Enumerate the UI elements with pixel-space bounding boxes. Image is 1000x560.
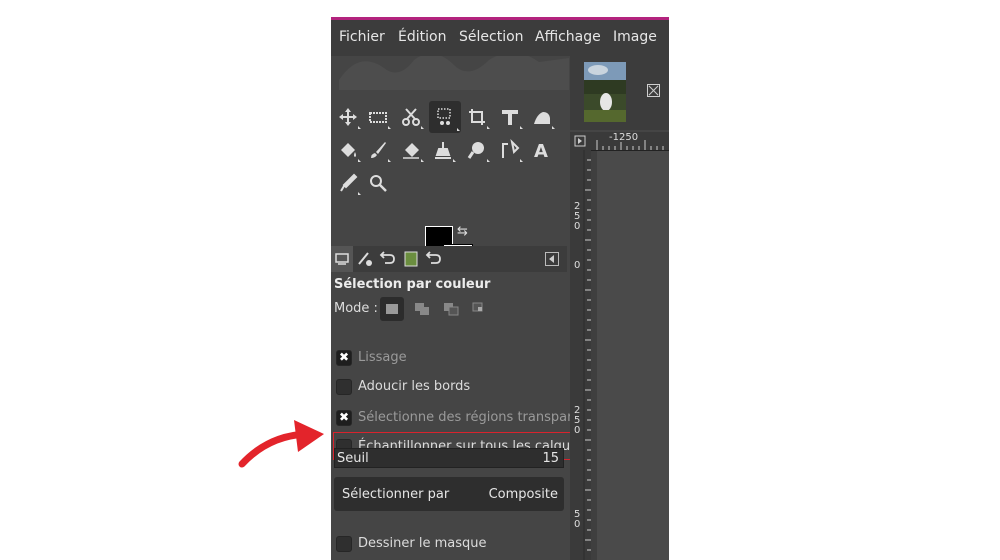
feather-edges-checkbox[interactable] [336,379,352,395]
vertical-ruler[interactable]: 2 5 0 0 2 5 0 5 0 [570,150,591,560]
undo-history-icon [379,251,395,264]
option-select-transparent[interactable]: Sélectionne des régions transpare [336,408,580,430]
mode-replace-icon [386,304,398,314]
svg-text:A: A [534,141,548,161]
mode-subtract-button[interactable] [439,297,463,321]
menu-image[interactable]: Image [613,29,657,45]
menubar: Fichier Édition Sélection Affichage Imag… [331,20,669,56]
tab-device-status[interactable] [354,246,376,272]
gimp-window: Fichier Édition Sélection Affichage Imag… [331,17,669,560]
antialiasing-checkbox[interactable] [336,350,352,366]
canvas-shadow [591,151,597,560]
dock-tabs [331,246,567,272]
option-feather-edges[interactable]: Adoucir les bords [336,377,568,399]
mode-intersect-icon [472,302,483,312]
color-picker-tool-icon[interactable] [334,169,362,197]
ruler-left-label-2: 0 [574,260,581,271]
menu-edition[interactable]: Édition [398,29,446,45]
smudge-tool-icon[interactable] [463,136,491,164]
undo-icon [425,251,441,264]
paths-tool-icon[interactable] [496,136,524,164]
quick-mask-icon [574,135,586,147]
select-transparent-checkbox[interactable] [336,410,352,426]
bucket-fill-tool-icon[interactable] [334,136,362,164]
mode-intersect-button[interactable] [468,297,492,321]
wilber-watermark-icon [339,56,569,90]
menu-fichier[interactable]: Fichier [339,29,385,45]
select-by-dropdown[interactable]: Sélectionner par Composite [334,477,564,511]
image-canvas[interactable] [591,151,669,560]
paintbrush-tool-icon[interactable] [364,136,392,164]
eraser-tool-icon[interactable] [397,136,425,164]
feather-edges-label: Adoucir les bords [358,379,471,394]
red-arrow-icon [238,420,324,468]
tool-options-panel: Sélection par couleur Mode : Lissage Ado… [331,273,585,560]
tool-options-title: Sélection par couleur [334,277,491,292]
tab-tool-options[interactable] [331,246,353,272]
crop-tool-icon[interactable] [463,103,491,131]
warp-tool-icon[interactable] [528,103,556,131]
threshold-label: Seuil [337,451,369,466]
toolbox: A ⇆ [331,56,570,256]
select-transparent-label: Sélectionne des régions transpare [358,410,581,425]
move-tool-icon[interactable] [334,103,362,131]
ruler-left-label-1: 2 5 0 [574,201,581,232]
mode-replace-button[interactable] [380,297,404,321]
menu-affichage[interactable]: Affichage [535,29,601,45]
option-draw-mask[interactable]: Dessiner le masque [336,534,568,556]
image-window: -1250 2 5 0 0 2 5 0 5 0 [570,56,669,560]
antialiasing-label: Lissage [358,350,407,365]
select-by-value: Composite [488,487,558,502]
horizontal-ruler[interactable]: -1250 [591,132,669,151]
tab-undo-history[interactable] [377,246,399,272]
image-tabs [570,56,669,130]
fuzzy-select-tool-icon[interactable] [429,101,461,133]
image-thumbnail[interactable] [584,62,626,122]
ruler-left-label-4: 5 0 [574,509,581,530]
option-antialiasing[interactable]: Lissage [336,348,568,370]
tab-undo-history-2[interactable] [423,246,445,272]
swap-colors-icon[interactable]: ⇆ [457,224,468,239]
draw-mask-checkbox[interactable] [336,536,352,552]
mode-add-button[interactable] [410,297,434,321]
device-status-icon [358,252,372,266]
ruler-left-label-3: 2 5 0 [574,405,581,436]
zoom-tool-icon[interactable] [364,169,392,197]
ruler-top-label: -1250 [609,132,639,143]
scissors-tool-icon[interactable] [397,103,425,131]
clone-tool-icon[interactable] [429,136,457,164]
text-tool-icon[interactable]: A [528,136,556,164]
mode-add-icon [415,303,429,315]
threshold-slider[interactable]: Seuil 15 [334,448,564,468]
ruler-corner-button[interactable] [570,132,591,150]
unified-transform-tool-icon[interactable] [496,103,524,131]
tab-images[interactable] [400,246,422,272]
mode-subtract-icon [444,303,459,316]
threshold-value: 15 [542,451,559,466]
close-image-icon[interactable] [647,84,660,97]
tool-options-icon [335,253,349,265]
select-by-label: Sélectionner par [342,487,450,502]
images-icon [404,251,418,267]
mode-label: Mode : [334,301,378,316]
rect-select-tool-icon[interactable] [364,103,392,131]
menu-selection[interactable]: Sélection [459,29,524,45]
dock-menu-icon[interactable] [545,252,559,266]
draw-mask-label: Dessiner le masque [358,536,487,551]
